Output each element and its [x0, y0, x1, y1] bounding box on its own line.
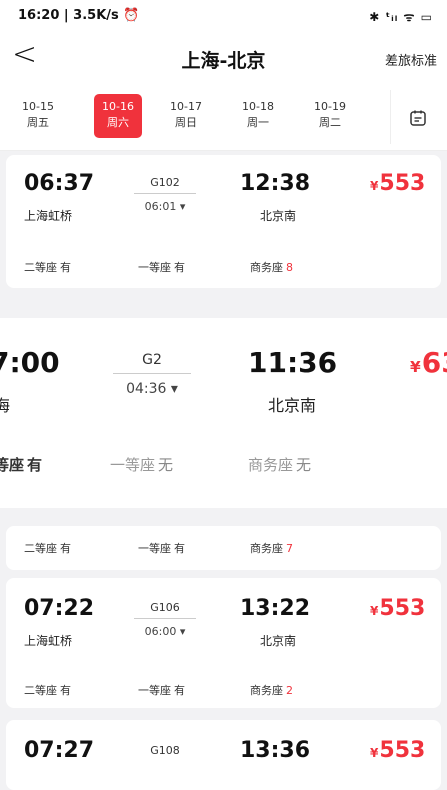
date-tab-selected[interactable]: 10-16 周六: [94, 94, 142, 138]
travel-policy-link[interactable]: 差旅标准: [385, 50, 437, 69]
route-line: [113, 373, 191, 374]
seat-availability: 商务座 8: [250, 261, 293, 274]
date-tab[interactable]: 10-17 周日: [162, 94, 210, 138]
train-card[interactable]: 06:37 上海虹桥 G102 06:01 ▾ 12:38 北京南 ¥553 二…: [6, 155, 441, 288]
arrival-station: 北京南: [260, 634, 297, 648]
arrival-station: 北京南: [260, 209, 297, 223]
train-card[interactable]: 07:27 G108 13:36 ¥553: [6, 720, 441, 790]
seat-availability: 商务座 2: [250, 684, 293, 697]
date-tab[interactable]: 10-18 周一: [234, 94, 282, 138]
departure-time: 06:37: [24, 171, 95, 196]
date-selector: 10-15 周五 10-16 周六 10-17 周日 10-18 周一 10-1…: [0, 84, 447, 151]
date-tab-weekday: 周一: [247, 116, 269, 129]
date-tab-date: 10-19: [314, 100, 346, 113]
seat-availability: 二等座有: [24, 684, 71, 697]
yen-symbol: ¥: [370, 604, 379, 618]
seat-availability: 一等座有: [138, 261, 185, 274]
route-line: [134, 618, 196, 619]
date-tab-date: 10-16: [102, 100, 134, 113]
departure-station: 上海虹桥: [24, 634, 73, 648]
train-card[interactable]: 07:22 上海虹桥 G106 06:00 ▾ 13:22 北京南 ¥553 二…: [6, 578, 441, 708]
date-tab[interactable]: 10-19 周二: [306, 94, 354, 138]
departure-time: 07:27: [24, 738, 95, 763]
duration-chevron-icon: ▾: [179, 625, 186, 638]
departure-time: 7:00: [0, 346, 60, 379]
seat-availability: 二等座有: [24, 542, 71, 555]
date-tab-weekday: 周五: [27, 116, 49, 129]
date-tab-date: 10-15: [22, 100, 54, 113]
train-number: G108: [150, 744, 180, 757]
arrival-station: 北京南: [268, 396, 317, 415]
calendar-separator: [390, 90, 391, 144]
train-number: G106: [150, 601, 180, 614]
ticket-price: ¥553: [370, 738, 426, 763]
status-icons: ✱ ᵗᵢₗ ᯤ ▭: [369, 10, 433, 24]
status-bar: 16:20 | 3.5K/s ⏰ ✱ ᵗᵢₗ ᯤ ▭: [0, 0, 447, 32]
duration-chevron-icon: ▾: [179, 200, 186, 213]
departure-time: 07:22: [24, 596, 95, 621]
duration-chevron-icon: ▾: [170, 381, 178, 397]
date-tab-weekday: 周六: [107, 116, 129, 129]
seat-availability: 一等座有: [138, 684, 185, 697]
ticket-price: ¥553: [370, 596, 426, 621]
arrival-time: 11:36: [248, 346, 338, 379]
header: < 上海-北京 差旅标准: [0, 32, 447, 84]
date-tab-weekday: 周二: [319, 116, 341, 129]
trip-duration: 06:01 ▾: [144, 200, 186, 213]
seat-availability: 商务座 7: [250, 542, 293, 555]
status-time-speed: 16:20 | 3.5K/s ⏰: [18, 8, 140, 23]
arrival-time: 13:36: [240, 738, 311, 763]
seat-availability: 商务座无: [248, 456, 312, 474]
yen-symbol: ¥: [410, 358, 421, 376]
seat-availability: 二等座有: [24, 261, 71, 274]
departure-station: 上海虹桥: [24, 209, 73, 223]
arrival-time: 13:22: [240, 596, 311, 621]
trip-duration: 06:00 ▾: [144, 625, 186, 638]
seat-availability: 等座有: [0, 456, 43, 474]
yen-symbol: ¥: [370, 746, 379, 760]
arrival-time: 12:38: [240, 171, 311, 196]
date-tab-weekday: 周日: [175, 116, 197, 129]
seat-availability: 一等座有: [138, 542, 185, 555]
seat-availability: 一等座无: [110, 456, 174, 474]
date-tab-date: 10-17: [170, 100, 202, 113]
date-tab-date: 10-18: [242, 100, 274, 113]
yen-symbol: ¥: [370, 179, 379, 193]
train-number: G2: [142, 352, 162, 368]
train-number: G102: [150, 176, 180, 189]
page-title: 上海-北京: [181, 50, 266, 72]
calendar-icon[interactable]: [409, 109, 427, 127]
ticket-price: ¥63: [410, 346, 447, 379]
date-tab[interactable]: 10-15 周五: [14, 94, 62, 138]
ticket-price: ¥553: [370, 171, 426, 196]
departure-station: 海: [0, 396, 11, 415]
trip-duration: 04:36 ▾: [126, 381, 178, 397]
route-line: [134, 193, 196, 194]
train-card-partial[interactable]: 二等座有 一等座有 商务座 7: [6, 526, 441, 570]
train-card-expanded[interactable]: 7:00 海 G2 04:36 ▾ 11:36 北京南 ¥63 等座有 一等座无…: [0, 318, 447, 508]
